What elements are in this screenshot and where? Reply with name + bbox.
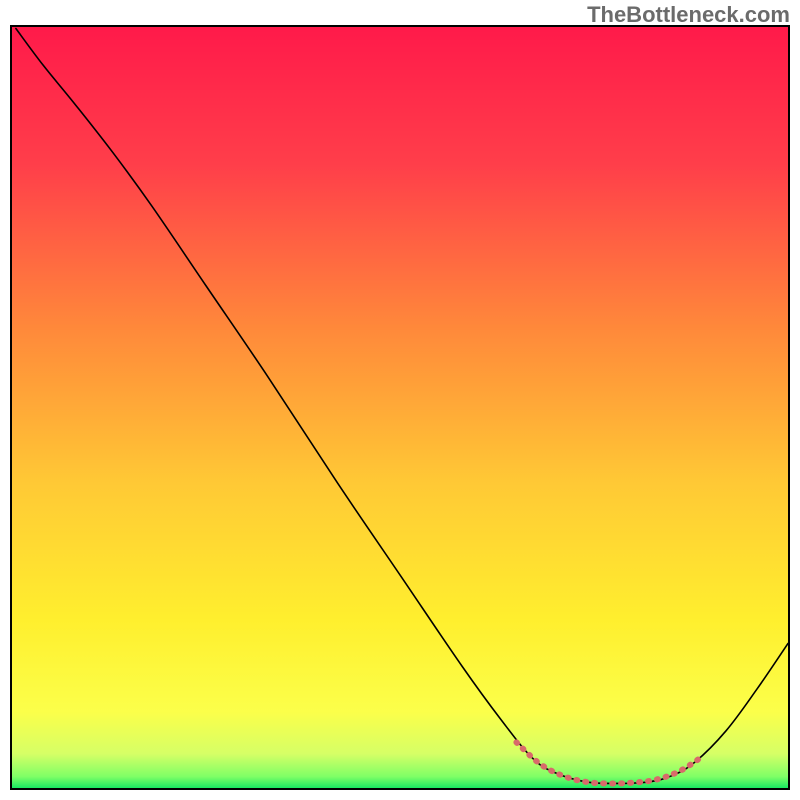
chart-svg xyxy=(12,27,788,788)
gradient-background xyxy=(12,27,788,788)
chart-container: TheBottleneck.com xyxy=(0,0,800,800)
plot-area xyxy=(10,25,790,790)
watermark-text: TheBottleneck.com xyxy=(587,2,790,28)
